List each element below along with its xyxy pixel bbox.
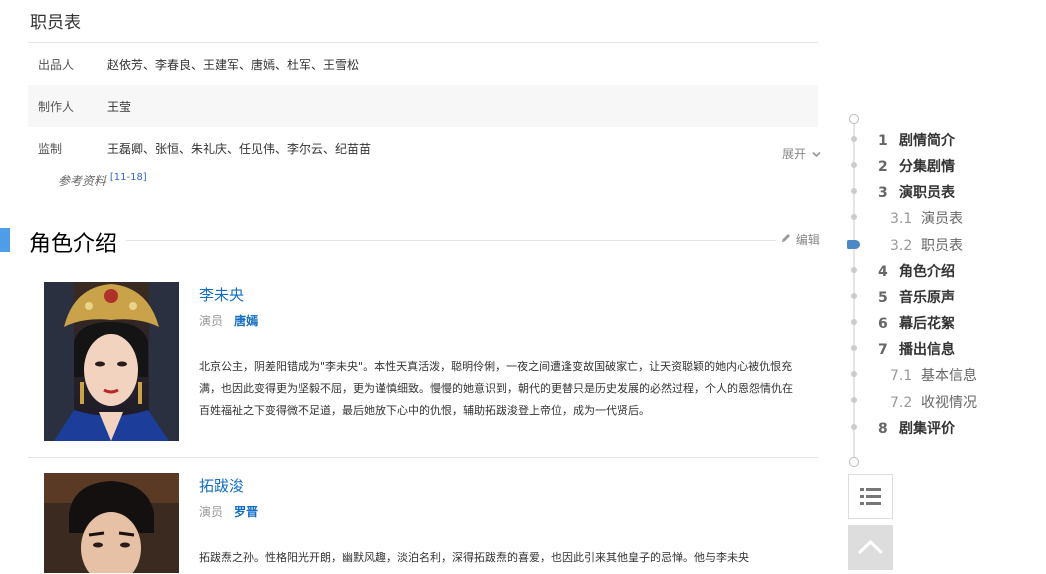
toc-num: 7.1 <box>890 368 913 384</box>
toc-dot <box>851 214 857 220</box>
toc-dot <box>851 397 857 403</box>
reference-sup[interactable]: [11-18] <box>110 172 147 183</box>
toc-label: 收视情况 <box>921 395 977 411</box>
staff-row: 监制 王磊卿、张恒、朱礼庆、任见伟、李尔云、纪苗苗 <box>28 127 818 169</box>
toc-subitem[interactable]: 7.1 基本信息 <box>890 365 977 385</box>
section-accent-bar <box>0 228 10 252</box>
toc-dot <box>851 345 857 351</box>
toc-dot <box>851 162 857 168</box>
toc-num: 7 <box>878 342 888 358</box>
toc-dot <box>851 293 857 299</box>
toc-item[interactable]: 5 音乐原声 <box>878 287 955 307</box>
section-title: 角色介绍 <box>29 232 118 257</box>
toc-end-ring <box>849 457 859 467</box>
toc-dot <box>851 319 857 325</box>
toc-subitem-current[interactable]: 3.2 职员表 <box>890 235 963 255</box>
toc-num: 7.2 <box>890 395 913 411</box>
toc-num: 2 <box>878 159 888 175</box>
back-to-top-button[interactable] <box>848 525 893 570</box>
actor-label: 演员 <box>199 314 224 328</box>
divider <box>126 240 776 241</box>
role-actor-line: 演员 唐嫣 <box>199 310 258 329</box>
toc-label: 幕后花絮 <box>899 316 955 332</box>
toc-item[interactable]: 1 剧情简介 <box>878 130 955 150</box>
toc-num: 4 <box>878 264 888 280</box>
expand-label: 展开 <box>782 147 807 161</box>
toc-item[interactable]: 2 分集剧情 <box>878 156 955 176</box>
staff-row-value: 赵依芳、李春良、王建军、唐嫣、杜军、王雪松 <box>107 58 360 72</box>
toc-track <box>853 120 855 460</box>
role-description: 北京公主，阴差阳错成为"李未央"。本性天真活泼，聪明伶俐，一夜之间遭逢变故国破家… <box>199 360 793 417</box>
role-description: 拓跋焘之孙。性格阳光开朗，幽默风趣，淡泊名利，深得拓跋焘的喜爱，也因此引来其他皇… <box>199 551 749 564</box>
toc-item[interactable]: 3 演职员表 <box>878 182 955 202</box>
toc-label: 演职员表 <box>899 185 955 201</box>
toc-item[interactable]: 4 角色介绍 <box>878 261 955 281</box>
toc-dot <box>851 424 857 430</box>
toc-dot <box>851 267 857 273</box>
toc-label: 角色介绍 <box>899 264 955 280</box>
pencil-icon <box>782 234 790 242</box>
toc-toggle-button[interactable] <box>848 474 893 519</box>
toc-num: 6 <box>878 316 888 332</box>
role-portrait[interactable] <box>44 282 179 441</box>
toc-label: 播出信息 <box>899 342 955 358</box>
toc-subitem[interactable]: 7.2 收视情况 <box>890 392 977 412</box>
portrait-image <box>44 473 179 573</box>
actor-link[interactable]: 罗晋 <box>234 505 258 519</box>
toc-dot <box>851 371 857 377</box>
actor-label: 演员 <box>199 505 224 519</box>
toc-subitem[interactable]: 3.1 演员表 <box>890 208 963 228</box>
toc-num: 3.2 <box>890 238 913 254</box>
staff-row-label: 监制 <box>38 142 63 156</box>
chevron-down-icon <box>812 151 821 158</box>
expand-button[interactable]: 展开 <box>782 145 821 162</box>
list-icon <box>860 488 881 505</box>
edit-label: 编辑 <box>795 233 820 247</box>
role-portrait[interactable] <box>44 473 179 573</box>
toc-label: 基本信息 <box>921 368 977 384</box>
role-name-link[interactable]: 拓跋浚 <box>199 475 244 496</box>
edit-button[interactable]: 编辑 <box>780 231 820 248</box>
staff-row-label: 制作人 <box>38 100 75 114</box>
toc-dot <box>851 188 857 194</box>
staff-row-label: 出品人 <box>38 58 75 72</box>
toc-label: 演员表 <box>921 211 963 227</box>
toc-num: 5 <box>878 290 888 306</box>
actor-link[interactable]: 唐嫣 <box>234 314 258 328</box>
toc-label: 职员表 <box>921 238 963 254</box>
toc-num: 1 <box>878 133 888 149</box>
toc-label: 音乐原声 <box>899 290 955 306</box>
toc-num: 3 <box>878 185 888 201</box>
chevron-up-icon <box>857 539 884 555</box>
toc-label: 分集剧情 <box>899 159 955 175</box>
reference-label: 参考资料 <box>58 174 107 188</box>
staff-row: 出品人 赵依芳、李春良、王建军、唐嫣、杜军、王雪松 <box>28 43 818 85</box>
toc-item[interactable]: 8 剧集评价 <box>878 418 955 438</box>
reference-link[interactable]: 参考资料 [11-18] <box>58 172 147 189</box>
toc-item[interactable]: 6 幕后花絮 <box>878 313 955 333</box>
toc-label: 剧情简介 <box>899 133 955 149</box>
toc-num: 8 <box>878 421 888 437</box>
staff-row-value: 王磊卿、张恒、朱礼庆、任见伟、李尔云、纪苗苗 <box>107 142 372 156</box>
toc-current-marker <box>847 240 860 249</box>
staff-table-title: 职员表 <box>30 13 81 33</box>
staff-row: 制作人 王莹 <box>28 85 818 127</box>
divider <box>28 457 818 458</box>
toc-label: 剧集评价 <box>899 421 955 437</box>
role-actor-line: 演员 罗晋 <box>199 501 258 520</box>
toc-start-ring <box>849 114 859 124</box>
toc-num: 3.1 <box>890 211 913 227</box>
toc-dot <box>851 136 857 142</box>
role-name-link[interactable]: 李未央 <box>199 284 244 305</box>
toc-item[interactable]: 7 播出信息 <box>878 339 955 359</box>
staff-row-value: 王莹 <box>107 100 132 114</box>
portrait-image <box>44 282 179 441</box>
